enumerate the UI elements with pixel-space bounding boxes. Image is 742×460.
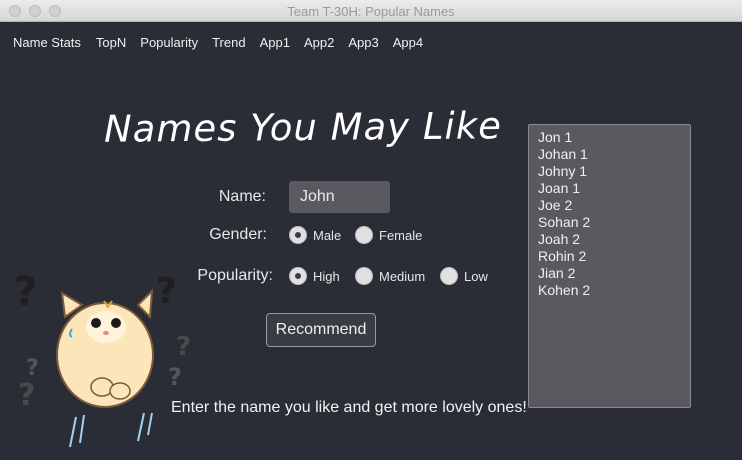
menu-item-app1[interactable]: App1 [260,35,290,50]
svg-text:?: ? [156,271,177,312]
svg-text:?: ? [168,363,182,391]
svg-text:?: ? [176,332,191,362]
popularity-option-label: Medium [379,268,426,284]
svg-text:?: ? [14,269,37,315]
name-label: Name: [218,188,266,205]
menu-item-app4[interactable]: App4 [393,35,423,50]
list-item[interactable]: Johny 1 [538,163,690,180]
page-title: Names You May Like [103,104,503,151]
menu-item-app3[interactable]: App3 [348,35,378,50]
radio-unselected-icon [355,226,373,244]
window-title: Team T-30H: Popular Names [287,4,455,19]
hint-text: Enter the name you like and get more lov… [171,399,527,416]
radio-selected-icon [289,226,307,244]
list-item[interactable]: Jon 1 [538,129,690,146]
list-item[interactable]: Sohan 2 [538,214,690,231]
gender-radio-female[interactable]: Female [355,226,422,244]
radio-unselected-icon [355,267,373,285]
list-item[interactable]: Joan 1 [538,180,690,197]
name-input[interactable] [289,181,390,213]
confused-cat-illustration: ? ? ? ? ? ? [14,269,191,448]
gender-label: Gender: [209,226,267,243]
gender-radio-male[interactable]: Male [289,226,341,244]
list-item[interactable]: Johan 1 [538,146,690,163]
list-item[interactable]: Rohin 2 [538,248,690,265]
svg-text:?: ? [18,378,35,413]
gender-option-label: Male [313,227,342,243]
menu-item-trend[interactable]: Trend [212,35,245,50]
list-item[interactable]: Joe 2 [538,197,690,214]
popularity-label: Popularity: [197,267,273,284]
list-item[interactable]: Joah 2 [538,231,690,248]
list-item[interactable]: Jian 2 [538,265,690,282]
popularity-radio-low[interactable]: Low [440,267,488,285]
menu-item-name-stats[interactable]: Name Stats [13,35,81,50]
menu-item-popularity[interactable]: Popularity [140,35,198,50]
popularity-radio-high[interactable]: High [289,267,340,285]
recommend-button[interactable]: Recommend [266,313,376,347]
menu-bar: Name Stats TopN Popularity Trend App1 Ap… [13,35,437,50]
radio-selected-icon [289,267,307,285]
gender-option-label: Female [379,227,423,243]
window-titlebar: Team T-30H: Popular Names [0,0,742,22]
popularity-radio-medium[interactable]: Medium [355,267,425,285]
menu-item-topn[interactable]: TopN [96,35,126,50]
radio-unselected-icon [440,267,458,285]
results-list[interactable]: Jon 1 Johan 1 Johny 1 Joan 1 Joe 2 Sohan… [528,124,691,408]
list-item[interactable]: Kohen 2 [538,282,690,299]
popularity-option-label: High [313,268,340,284]
menu-item-app2[interactable]: App2 [304,35,334,50]
popularity-option-label: Low [464,268,488,284]
